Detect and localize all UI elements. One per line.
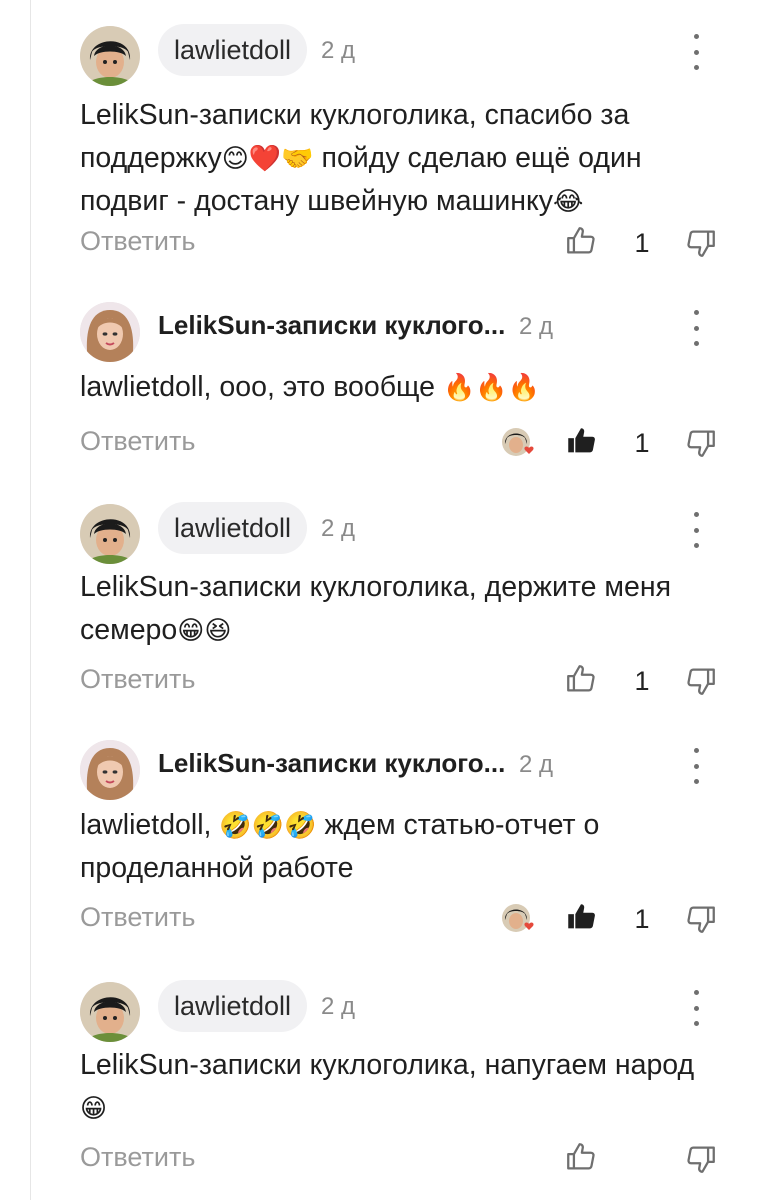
- reply-button[interactable]: Ответить: [80, 664, 195, 695]
- comment-text-part: lawlietdoll, ооо, это вообще: [80, 371, 443, 403]
- comment-text: LelikSun-записки куклоголика, напугаем н…: [80, 1044, 720, 1130]
- comment-header: lawlietdoll 2 д: [80, 24, 720, 86]
- dislike-icon[interactable]: [684, 226, 720, 262]
- author-name[interactable]: lawlietdoll: [158, 502, 308, 554]
- comment-time: 2 д: [519, 751, 554, 778]
- dislike-icon[interactable]: [684, 902, 720, 938]
- author-name[interactable]: LelikSun-записки куклого...: [158, 748, 505, 779]
- comment-header: LelikSun-записки куклого... 2 д: [80, 738, 720, 800]
- like-count: 1: [634, 666, 650, 696]
- comment-emoji: 😁: [80, 1093, 108, 1123]
- comment-text-part: lawlietdoll,: [80, 809, 220, 841]
- dislike-icon[interactable]: [684, 1142, 720, 1178]
- comment-header: lawlietdoll 2 д: [80, 980, 720, 1042]
- avatar-lawlietdoll[interactable]: [80, 504, 140, 564]
- author-name[interactable]: LelikSun-записки куклого...: [158, 310, 505, 341]
- author-liked-avatar: [500, 902, 540, 938]
- reply-button[interactable]: Ответить: [80, 902, 195, 933]
- reply-button[interactable]: Ответить: [80, 1142, 195, 1173]
- comment-text: LelikSun-записки куклоголика, спасибо за…: [80, 94, 720, 223]
- like-icon[interactable]: [564, 1140, 600, 1176]
- more-options-icon[interactable]: [684, 310, 708, 346]
- more-options-icon[interactable]: [684, 748, 708, 784]
- like-count: 1: [634, 904, 650, 934]
- comment-actions: Ответить 1: [80, 424, 720, 468]
- author-name[interactable]: lawlietdoll: [158, 24, 308, 76]
- comment-emoji: 🤣🤣🤣: [219, 810, 317, 840]
- more-options-icon[interactable]: [684, 512, 708, 548]
- comment-text: lawlietdoll, 🤣🤣🤣 ждем статью-отчет о про…: [80, 804, 720, 890]
- more-options-icon[interactable]: [684, 34, 708, 70]
- comment-text-part: LelikSun-записки куклоголика, напугаем н…: [80, 1049, 695, 1081]
- comment-emoji: 🔥🔥🔥: [442, 372, 541, 402]
- comment-time: 2 д: [321, 993, 356, 1020]
- comment-actions: Ответить: [80, 1140, 720, 1184]
- more-options-icon[interactable]: [684, 990, 708, 1026]
- comment-text: LelikSun-записки куклоголика, держите ме…: [80, 566, 720, 652]
- comment-header: lawlietdoll 2 д: [80, 502, 720, 564]
- like-icon[interactable]: [564, 662, 600, 698]
- like-count: 1: [634, 228, 650, 258]
- comment-emoji: 😂: [553, 186, 584, 216]
- reply-button[interactable]: Ответить: [80, 426, 195, 457]
- comment-header: LelikSun-записки куклого... 2 д: [80, 300, 720, 362]
- author-liked-avatar: [500, 426, 540, 462]
- avatar-lawlietdoll[interactable]: [80, 982, 140, 1042]
- reply-button[interactable]: Ответить: [80, 226, 195, 257]
- comment-time: 2 д: [321, 37, 356, 64]
- dislike-icon[interactable]: [684, 664, 720, 700]
- like-icon-active[interactable]: [564, 424, 600, 460]
- avatar-leliksun[interactable]: [80, 302, 140, 362]
- comment-text-part: LelikSun-записки куклоголика, держите ме…: [80, 571, 672, 646]
- comment-actions: Ответить 1: [80, 900, 720, 944]
- comment-emoji: 😊❤️🤝: [221, 143, 314, 173]
- comment-time: 2 д: [321, 515, 356, 542]
- comment-actions: Ответить 1: [80, 662, 720, 706]
- comment-emoji: 😁😆: [177, 615, 232, 645]
- comment-time: 2 д: [519, 313, 554, 340]
- like-icon-active[interactable]: [564, 900, 600, 936]
- like-icon[interactable]: [564, 224, 600, 260]
- author-name[interactable]: lawlietdoll: [158, 980, 308, 1032]
- comment-text: lawlietdoll, ооо, это вообще 🔥🔥🔥: [80, 366, 720, 409]
- comment-actions: Ответить 1: [80, 224, 720, 268]
- dislike-icon[interactable]: [684, 426, 720, 462]
- avatar-lawlietdoll[interactable]: [80, 26, 140, 86]
- like-count: 1: [634, 428, 650, 458]
- avatar-leliksun[interactable]: [80, 740, 140, 800]
- feed-left-divider: [30, 0, 31, 1200]
